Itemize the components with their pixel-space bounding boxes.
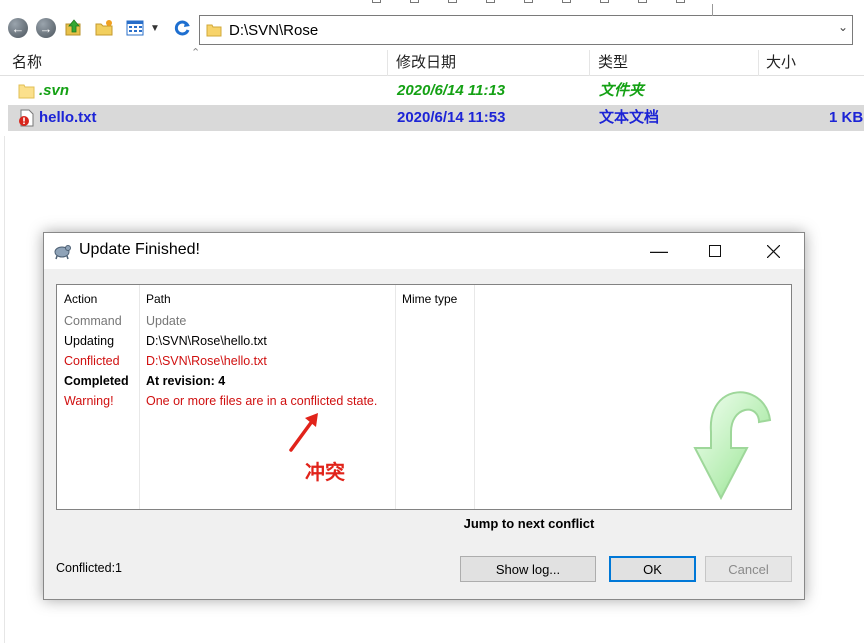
column-date[interactable]: 修改日期	[384, 50, 586, 76]
column-action[interactable]: Action	[64, 292, 97, 306]
toolbar-icon	[410, 0, 419, 3]
toolbar-icon	[372, 0, 381, 3]
toolbar-icon	[524, 0, 533, 3]
up-folder-icon	[65, 19, 81, 36]
column-size[interactable]: 大小	[754, 50, 862, 76]
dialog-title: Update Finished!	[79, 241, 200, 258]
close-button[interactable]	[750, 233, 796, 269]
file-type: 文件夹	[599, 82, 645, 99]
show-log-button[interactable]: Show log...	[460, 556, 596, 582]
row-path: D:\SVN\Rose\hello.txt	[146, 354, 267, 368]
pane-border	[4, 136, 5, 643]
new-folder-button[interactable]	[93, 17, 115, 39]
column-mime-type[interactable]: Mime type	[402, 292, 457, 306]
back-button[interactable]: ←	[7, 17, 29, 39]
address-bar[interactable]: D:\SVN\Rose ⌄	[199, 15, 853, 45]
toolbar-icon	[486, 0, 495, 3]
annotation-arrow-icon	[289, 413, 318, 452]
back-arrow-icon: ←	[8, 18, 28, 38]
file-name: .svn	[39, 82, 70, 99]
file-type: 文本文档	[599, 109, 660, 126]
folder-icon	[206, 24, 222, 37]
column-name[interactable]: 名称	[0, 50, 386, 76]
update-arrow-icon	[693, 391, 772, 501]
jump-to-next-conflict[interactable]: Jump to next conflict	[44, 516, 804, 531]
forward-arrow-icon: →	[36, 18, 56, 38]
row-action: Command	[64, 314, 122, 328]
explorer-toolbar: ← → ▼ D:\SVN\Rose ⌄	[0, 4, 864, 50]
up-folder-button[interactable]	[63, 17, 85, 39]
minimize-icon: —	[650, 240, 668, 261]
ok-button[interactable]: OK	[609, 556, 696, 582]
file-date: 2020/6/14 11:53	[397, 109, 506, 126]
minimize-button[interactable]: —	[636, 233, 682, 269]
grid-view-icon	[126, 20, 144, 36]
column-type[interactable]: 类型	[586, 50, 756, 76]
address-path: D:\SVN\Rose	[229, 22, 319, 39]
file-list-header: ⌃ 名称 修改日期 类型 大小	[0, 47, 864, 76]
toolbar-icon	[676, 0, 685, 3]
result-row[interactable]: Updating D:\SVN\Rose\hello.txt	[57, 332, 791, 352]
view-mode-button[interactable]	[124, 17, 146, 39]
conflict-annotation: 冲突	[305, 462, 345, 484]
maximize-button[interactable]	[692, 233, 738, 269]
view-dropdown-icon[interactable]: ▼	[148, 17, 162, 39]
result-row[interactable]: Conflicted D:\SVN\Rose\hello.txt	[57, 352, 791, 372]
row-action: Warning!	[64, 394, 114, 408]
close-icon	[766, 244, 780, 258]
row-path: Update	[146, 314, 187, 328]
row-path: At revision: 4	[146, 374, 226, 388]
dialog-titlebar[interactable]: Update Finished! —	[44, 233, 804, 269]
refresh-icon	[174, 20, 190, 36]
toolbar-icon	[562, 0, 571, 3]
toolbar-icon	[448, 0, 457, 3]
row-path: One or more files are in a conflicted st…	[146, 394, 378, 408]
conflict-file-icon	[19, 109, 34, 127]
row-action: Updating	[64, 334, 115, 348]
toolbar-icon	[600, 0, 609, 3]
file-row[interactable]: .svn 2020/6/14 11:13 文件夹	[8, 78, 864, 104]
tortoise-icon	[54, 245, 71, 260]
row-action: Completed	[64, 374, 129, 388]
file-date: 2020/6/14 11:13	[397, 82, 506, 99]
maximize-icon	[709, 245, 721, 257]
status-text: Conflicted:1	[56, 561, 123, 575]
column-path[interactable]: Path	[146, 292, 171, 306]
row-action: Conflicted	[64, 354, 120, 368]
file-row-selected[interactable]: hello.txt 2020/6/14 11:53 文本文档 1 KB	[8, 105, 864, 131]
forward-button[interactable]: →	[35, 17, 57, 39]
file-name: hello.txt	[39, 109, 97, 126]
folder-icon	[18, 84, 35, 99]
chevron-down-icon[interactable]: ⌄	[838, 20, 848, 34]
row-path: D:\SVN\Rose\hello.txt	[146, 334, 267, 348]
toolbar-divider	[712, 4, 862, 16]
result-row[interactable]: Command Update	[57, 312, 791, 332]
refresh-button[interactable]	[171, 17, 193, 39]
new-folder-icon	[95, 20, 113, 36]
cancel-button[interactable]: Cancel	[705, 556, 792, 582]
toolbar-icon	[638, 0, 647, 3]
file-size: 1 KB	[829, 109, 864, 126]
